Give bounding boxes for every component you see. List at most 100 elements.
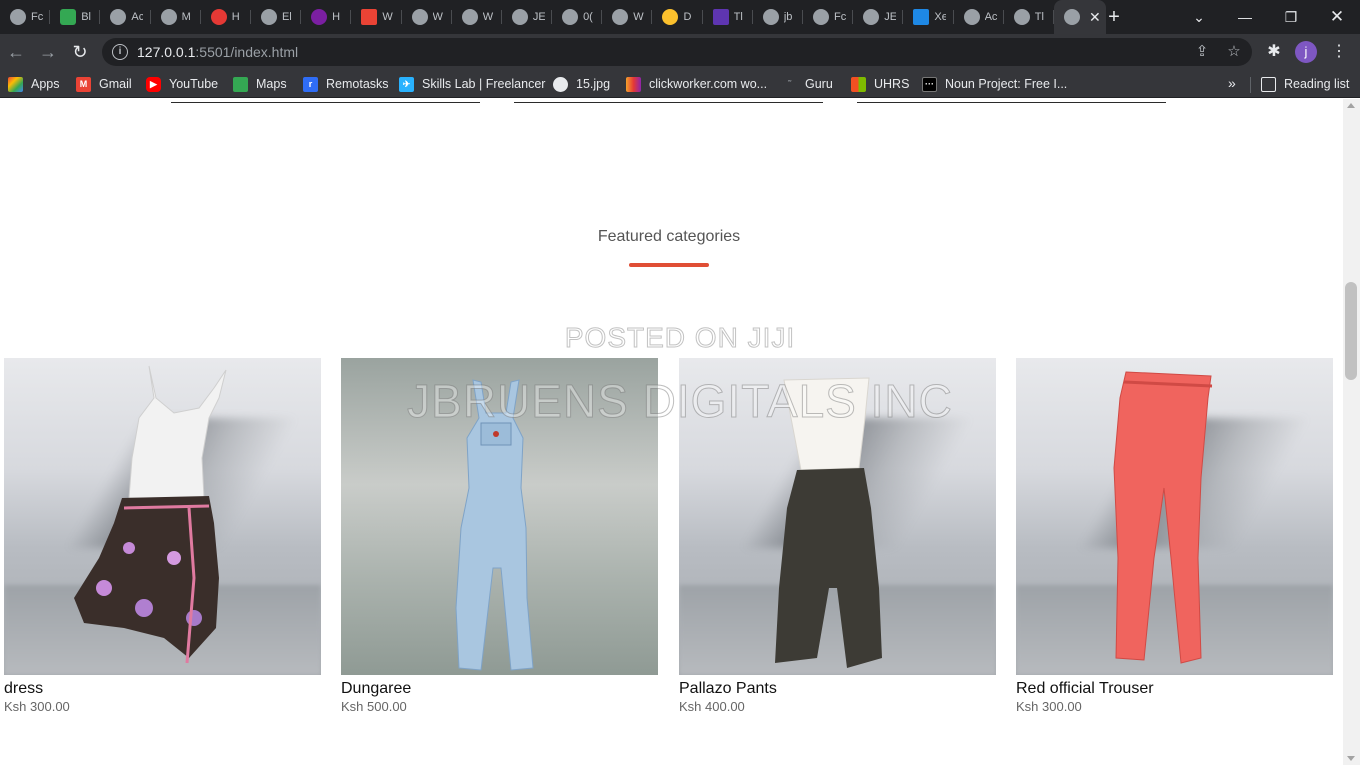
bookmarks-divider: [1250, 77, 1251, 93]
tab-search-icon[interactable]: ⌄: [1176, 0, 1222, 34]
app-icon: [913, 9, 930, 25]
product-name[interactable]: Pallazo Pants: [679, 680, 996, 698]
app-icon: [662, 9, 679, 25]
bookmark-uhrs[interactable]: UHRS: [851, 75, 909, 93]
browser-tab[interactable]: H: [201, 0, 252, 34]
globe-icon: [110, 9, 127, 25]
browser-tab[interactable]: W: [602, 0, 653, 34]
app-icon: [60, 9, 77, 25]
browser-tab[interactable]: D: [652, 0, 703, 34]
product-name[interactable]: dress: [4, 680, 321, 698]
bookmark-guru[interactable]: ˜ Guru: [782, 75, 833, 93]
browser-tab[interactable]: W: [402, 0, 452, 34]
globe-icon: [963, 9, 980, 25]
browser-tab[interactable]: H: [301, 0, 352, 34]
maps-icon: [233, 76, 248, 92]
browser-tab[interactable]: M: [151, 0, 201, 34]
watermark-company: JBRUENS DIGITALS INC: [407, 375, 953, 428]
browser-tab[interactable]: Bl: [50, 0, 101, 34]
divider-line: [171, 102, 480, 103]
browser-tab[interactable]: Fc: [0, 0, 51, 34]
globe-icon: [762, 9, 779, 25]
product-price: Ksh 300.00: [1016, 699, 1082, 714]
browser-tab[interactable]: Tl: [703, 0, 754, 34]
close-window-icon[interactable]: ✕: [1314, 0, 1360, 34]
browser-tab[interactable]: W: [452, 0, 503, 34]
page-scrollbar[interactable]: [1343, 99, 1360, 765]
globe-icon: [1063, 9, 1080, 25]
app-icon: [712, 9, 729, 25]
scrollbar-thumb[interactable]: [1345, 282, 1357, 380]
globe-icon: [411, 9, 428, 25]
reading-list-button[interactable]: Reading list: [1261, 75, 1349, 93]
bookmark-remotasks[interactable]: r Remotasks: [303, 75, 389, 93]
forward-icon[interactable]: →: [36, 40, 60, 64]
globe-icon: [10, 9, 26, 25]
menu-kebab-icon[interactable]: ⋮: [1327, 40, 1351, 64]
globe-icon: [553, 76, 568, 92]
browser-tab[interactable]: JE: [853, 0, 904, 34]
share-icon[interactable]: ⇪: [1192, 42, 1212, 62]
browser-tab[interactable]: 0(: [552, 0, 603, 34]
microsoft-icon: [851, 76, 866, 92]
globe-icon: [813, 9, 829, 25]
globe-icon: [612, 9, 629, 25]
gmail-icon: [361, 9, 378, 25]
profile-avatar[interactable]: j: [1295, 41, 1317, 63]
address-bar[interactable]: i 127.0.0.1:5501/index.html ⇪ ☆: [102, 38, 1252, 66]
youtube-icon: ▶: [146, 76, 161, 92]
url-text[interactable]: 127.0.0.1:5501/index.html: [137, 44, 298, 60]
browser-tab[interactable]: Fc: [803, 0, 854, 34]
globe-icon: [160, 9, 177, 25]
apps-grid-icon: [8, 76, 23, 92]
bookmark-apps[interactable]: Apps: [8, 75, 60, 93]
reload-icon[interactable]: ↻: [68, 40, 92, 64]
browser-tab[interactable]: El: [251, 0, 302, 34]
new-tab-button[interactable]: +: [1103, 6, 1125, 28]
bookmark-youtube[interactable]: ▶ YouTube: [146, 75, 218, 93]
bookmark-15jpg[interactable]: 15.jpg: [553, 75, 610, 93]
app-icon: [210, 9, 227, 25]
site-info-icon[interactable]: i: [112, 44, 128, 60]
noun-project-icon: ···: [922, 76, 937, 92]
bookmark-gmail[interactable]: M Gmail: [76, 75, 132, 93]
clickworker-icon: [626, 76, 641, 92]
browser-tab[interactable]: Tl: [1004, 0, 1055, 34]
globe-icon: [863, 9, 880, 25]
back-icon[interactable]: ←: [4, 40, 28, 64]
globe-icon: [260, 9, 277, 25]
app-icon: [311, 9, 328, 25]
title-underline: [629, 263, 709, 267]
browser-tab[interactable]: jb: [753, 0, 804, 34]
product-price: Ksh 400.00: [679, 699, 745, 714]
browser-tab[interactable]: Ac: [954, 0, 1004, 34]
minimize-icon[interactable]: —: [1222, 0, 1268, 34]
page-viewport: Featured categories dress Ksh 300.00 Dun…: [0, 99, 1343, 765]
product-name[interactable]: Red official Trouser: [1016, 680, 1333, 698]
bookmark-clickworker[interactable]: clickworker.com wo...: [626, 75, 767, 93]
bookmarks-overflow-icon[interactable]: »: [1228, 75, 1236, 91]
restore-icon[interactable]: ❐: [1268, 0, 1314, 34]
product-name[interactable]: Dungaree: [341, 680, 658, 698]
browser-tab[interactable]: W: [351, 0, 402, 34]
reading-list-icon: [1261, 76, 1276, 92]
scroll-up-icon[interactable]: [1347, 103, 1355, 108]
scroll-down-icon[interactable]: [1347, 756, 1355, 761]
browser-tab[interactable]: Xe: [903, 0, 954, 34]
close-tab-icon[interactable]: ✕: [1089, 9, 1101, 26]
globe-icon: [562, 9, 579, 25]
browser-tab[interactable]: Ac: [100, 0, 151, 34]
globe-icon: [1013, 9, 1030, 25]
extensions-puzzle-icon[interactable]: ✱: [1262, 40, 1286, 64]
bookmark-maps[interactable]: Maps: [233, 75, 287, 93]
product-price: Ksh 300.00: [4, 699, 70, 714]
bookmark-star-icon[interactable]: ☆: [1224, 42, 1244, 62]
gmail-icon: M: [76, 76, 91, 92]
bookmarks-bar: Apps M Gmail ▶ YouTube Maps r Remotasks ✈ Sk…: [0, 70, 1360, 98]
bookmark-noun-project[interactable]: ··· Noun Project: Free I...: [922, 75, 1067, 93]
bookmark-freelancer[interactable]: ✈ Skills Lab | Freelancer: [399, 75, 545, 93]
watermark-posted: POSTED ON JIJI: [564, 322, 796, 354]
divider-line: [514, 102, 823, 103]
browser-tab[interactable]: JE: [502, 0, 553, 34]
browser-tab-active[interactable]: ✕: [1053, 0, 1106, 34]
